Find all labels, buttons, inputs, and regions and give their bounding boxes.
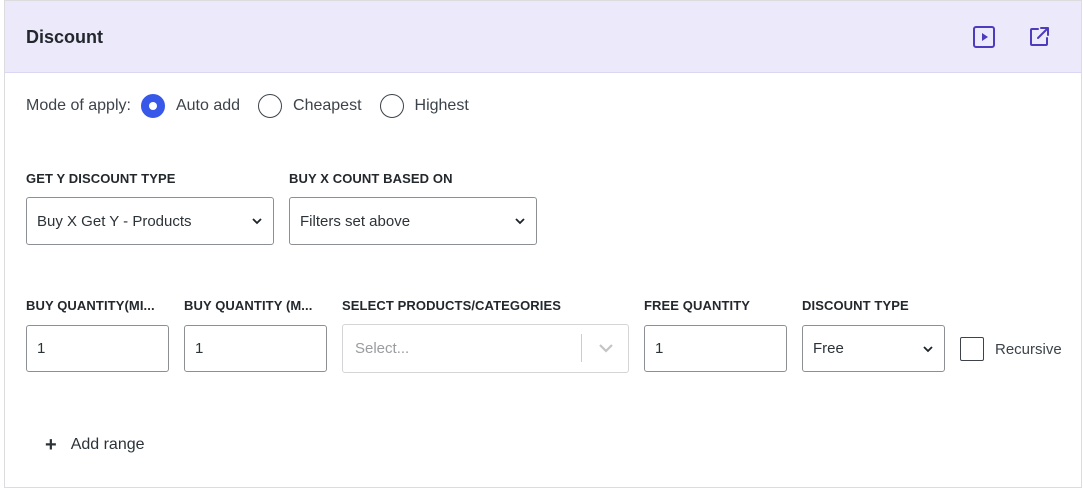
radio-highest[interactable]: Highest <box>379 94 469 118</box>
chevron-down-icon <box>515 218 525 225</box>
add-range-label: Add range <box>70 436 145 453</box>
checkbox-box[interactable] <box>960 337 984 361</box>
select-products-multiselect[interactable]: Select... <box>342 324 629 373</box>
buy-quantity-min-input[interactable]: 1 <box>26 325 169 372</box>
recursive-checkbox[interactable]: Recursive <box>960 337 1062 361</box>
buy-x-count-select[interactable]: Filters set above <box>289 197 537 245</box>
add-range-button[interactable]: + Add range <box>45 435 145 455</box>
discount-type-label: DISCOUNT TYPE <box>802 298 909 313</box>
select-value: Free <box>813 340 844 357</box>
checkbox-label: Recursive <box>995 340 1062 358</box>
free-quantity-label: FREE QUANTITY <box>644 298 751 313</box>
input-value: 1 <box>655 340 664 357</box>
free-quantity-input[interactable]: 1 <box>644 325 787 372</box>
select-value: Buy X Get Y - Products <box>37 212 192 230</box>
radio-label: Highest <box>414 97 469 114</box>
external-link-icon[interactable] <box>1027 25 1051 49</box>
mode-of-apply: Mode of apply: Auto add Cheapest Highest <box>26 93 487 119</box>
radio-label: Cheapest <box>293 97 362 114</box>
panel-title: Discount <box>26 27 104 47</box>
separator <box>581 334 582 362</box>
select-products-label: SELECT PRODUCTS/CATEGORIES <box>342 298 562 313</box>
chevron-down-icon <box>252 218 262 225</box>
buy-quantity-max-label: BUY QUANTITY (M... <box>184 298 313 313</box>
buy-quantity-min-label: BUY QUANTITY(MI... <box>26 298 155 313</box>
radio-circle <box>379 94 404 118</box>
mode-label: Mode of apply: <box>26 97 131 114</box>
discount-panel: Discount Mode of apply: Auto add Cheapes… <box>4 0 1082 488</box>
play-icon[interactable] <box>972 25 996 49</box>
chevron-down-icon <box>599 344 613 353</box>
discount-type-select[interactable]: Free <box>802 325 945 372</box>
buy-x-count-label: BUY X COUNT BASED ON <box>289 171 453 186</box>
input-value: 1 <box>195 340 204 357</box>
radio-label: Auto add <box>175 97 241 114</box>
input-value: 1 <box>37 340 46 357</box>
buy-quantity-max-input[interactable]: 1 <box>184 325 327 372</box>
radio-cheapest[interactable]: Cheapest <box>258 94 362 118</box>
multiselect-placeholder: Select... <box>355 340 410 357</box>
plus-icon: + <box>45 434 57 456</box>
radio-auto-add[interactable]: Auto add <box>140 94 241 118</box>
get-y-discount-type-select[interactable]: Buy X Get Y - Products <box>26 197 274 245</box>
radio-circle <box>140 94 165 118</box>
select-value: Filters set above <box>300 212 411 230</box>
radio-circle <box>258 94 283 118</box>
panel-header: Discount <box>5 1 1081 73</box>
get-y-discount-type-label: GET Y DISCOUNT TYPE <box>26 171 176 186</box>
chevron-down-icon <box>923 345 933 352</box>
